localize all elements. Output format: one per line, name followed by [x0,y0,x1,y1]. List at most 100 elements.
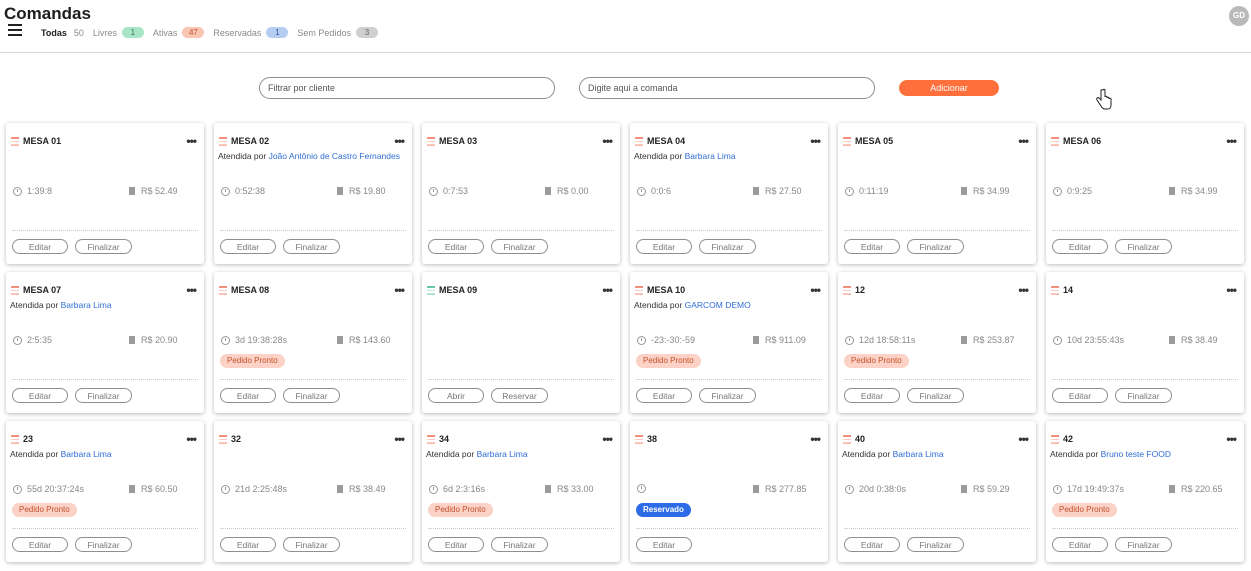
more-options-icon[interactable]: ••• [810,284,821,296]
finish-button[interactable]: Finalizar [491,537,548,552]
order-card[interactable]: MESA 06 ••• 0:9:25 R$ 34.99 Editar Finalizar [1046,123,1244,264]
finish-button[interactable]: Finalizar [907,537,964,552]
order-card[interactable]: 32 ••• 21d 2:25:48s R$ 38.49 Editar Finalizar [214,421,412,562]
more-options-icon[interactable]: ••• [1018,284,1029,296]
finish-button[interactable]: Finalizar [1115,239,1172,254]
more-options-icon[interactable]: ••• [1226,433,1237,445]
more-options-icon[interactable]: ••• [394,284,405,296]
elapsed-time-value: 0:9:25 [1067,186,1093,196]
waiter-name[interactable]: GARCOM DEMO [685,300,751,310]
more-options-icon[interactable]: ••• [810,135,821,147]
more-options-icon[interactable]: ••• [1018,135,1029,147]
client-filter-input[interactable] [259,77,555,99]
more-options-icon[interactable]: ••• [394,135,405,147]
edit-button[interactable]: Editar [428,239,484,254]
order-card[interactable]: 23 ••• Atendida por Barbara Lima 55d 20:37:… [6,421,204,562]
edit-button[interactable]: Editar [844,537,900,552]
edit-button[interactable]: Editar [844,239,900,254]
edit-button[interactable]: Editar [1052,537,1108,552]
hamburger-menu-icon[interactable] [8,24,22,36]
order-card[interactable]: MESA 08 ••• 3d 19:38:28s R$ 143.60 Pedido Pr… [214,272,412,413]
finish-button[interactable]: Finalizar [1115,537,1172,552]
filter-ativas[interactable]: Ativas 47 [153,27,205,38]
order-total: R$ 911.09 [753,335,806,345]
more-options-icon[interactable]: ••• [1018,433,1029,445]
more-options-icon[interactable]: ••• [1226,135,1237,147]
reserve-button[interactable]: Reservar [491,388,548,403]
edit-button[interactable]: Editar [12,388,68,403]
edit-button[interactable]: Editar [220,239,276,254]
open-button[interactable]: Abrir [428,388,484,403]
finish-button[interactable]: Finalizar [491,239,548,254]
waiter-name[interactable]: Barbara Lima [685,151,736,161]
order-card[interactable]: 40 ••• Atendida por Barbara Lima 20d 0:38:0… [838,421,1036,562]
more-options-icon[interactable]: ••• [810,433,821,445]
order-card[interactable]: MESA 01 ••• 1:39:8 R$ 52.49 Editar Finalizar [6,123,204,264]
waiter-name[interactable]: Barbara Lima [477,449,528,459]
order-card[interactable]: 12 ••• 12d 18:58:11s R$ 253.87 Pedido Pronto… [838,272,1036,413]
order-card[interactable]: MESA 09 ••• Abrir Reservar [422,272,620,413]
edit-button[interactable]: Editar [220,388,276,403]
finish-button[interactable]: Finalizar [75,537,132,552]
finish-button[interactable]: Finalizar [283,239,340,254]
finish-button[interactable]: Finalizar [283,388,340,403]
user-avatar[interactable]: GD [1229,6,1249,26]
elapsed-time-value: 1:39:8 [27,186,53,196]
order-card[interactable]: 34 ••• Atendida por Barbara Lima 6d 2:3:16s… [422,421,620,562]
more-options-icon[interactable]: ••• [1226,284,1237,296]
more-options-icon[interactable]: ••• [186,433,197,445]
edit-button[interactable]: Editar [636,537,692,552]
finish-button[interactable]: Finalizar [907,239,964,254]
order-card[interactable]: MESA 03 ••• 0:7:53 R$ 0.00 Editar Finalizar [422,123,620,264]
edit-button[interactable]: Editar [220,537,276,552]
edit-button[interactable]: Editar [844,388,900,403]
table-icon [843,434,851,444]
order-card[interactable]: MESA 02 ••• Atendida por João Antônio de C… [214,123,412,264]
more-options-icon[interactable]: ••• [186,284,197,296]
edit-button[interactable]: Editar [636,388,692,403]
waiter-name[interactable]: Bruno teste FOOD [1101,449,1171,459]
order-number-input[interactable] [579,77,875,99]
finish-button[interactable]: Finalizar [75,388,132,403]
filter-todas[interactable]: Todas 50 [41,28,84,38]
edit-button[interactable]: Editar [1052,239,1108,254]
order-card[interactable]: MESA 05 ••• 0:11:19 R$ 34.99 Editar Finalizar [838,123,1036,264]
finish-button[interactable]: Finalizar [1115,388,1172,403]
finish-button[interactable]: Finalizar [75,239,132,254]
edit-button[interactable]: Editar [12,537,68,552]
order-card[interactable]: MESA 10 ••• Atendida por GARCOM DEMO -23:-3… [630,272,828,413]
clock-icon [637,335,646,345]
waiter-name[interactable]: João Antônio de Castro Fernandes [269,151,400,161]
order-card[interactable]: MESA 07 ••• Atendida por Barbara Lima 2:5:3… [6,272,204,413]
elapsed-time-value: -23:-30:-59 [651,335,696,345]
more-options-icon[interactable]: ••• [602,135,613,147]
order-card[interactable]: 38 ••• R$ 277.85 Reservado Editar [630,421,828,562]
filter-livres[interactable]: Livres 1 [93,27,144,38]
order-card[interactable]: 14 ••• 10d 23:55:43s R$ 38.49 Editar Finaliza… [1046,272,1244,413]
more-options-icon[interactable]: ••• [186,135,197,147]
order-card[interactable]: 42 ••• Atendida por Bruno teste FOOD 17d 19… [1046,421,1244,562]
more-options-icon[interactable]: ••• [602,433,613,445]
finish-button[interactable]: Finalizar [699,388,756,403]
finish-button[interactable]: Finalizar [699,239,756,254]
finish-button[interactable]: Finalizar [283,537,340,552]
add-button[interactable]: Adicionar [899,80,999,96]
more-options-icon[interactable]: ••• [602,284,613,296]
finish-button[interactable]: Finalizar [907,388,964,403]
edit-button[interactable]: Editar [12,239,68,254]
order-total-value: R$ 59.29 [973,484,1010,494]
status-badge: Pedido Pronto [844,354,909,368]
waiter-name[interactable]: Barbara Lima [61,449,112,459]
waiter-name[interactable]: Barbara Lima [893,449,944,459]
filter-sem-pedidos[interactable]: Sem Pedidos 3 [297,27,378,38]
waiter-name[interactable]: Barbara Lima [61,300,112,310]
edit-button[interactable]: Editar [1052,388,1108,403]
card-actions: Editar Finalizar [12,239,139,254]
order-card[interactable]: MESA 04 ••• Atendida por Barbara Lima 0:0:6… [630,123,828,264]
filter-reservadas[interactable]: Reservadas 1 [213,27,289,38]
more-options-icon[interactable]: ••• [394,433,405,445]
edit-button[interactable]: Editar [428,537,484,552]
edit-button[interactable]: Editar [636,239,692,254]
clock-icon [1053,186,1062,196]
clock-icon [845,335,854,345]
